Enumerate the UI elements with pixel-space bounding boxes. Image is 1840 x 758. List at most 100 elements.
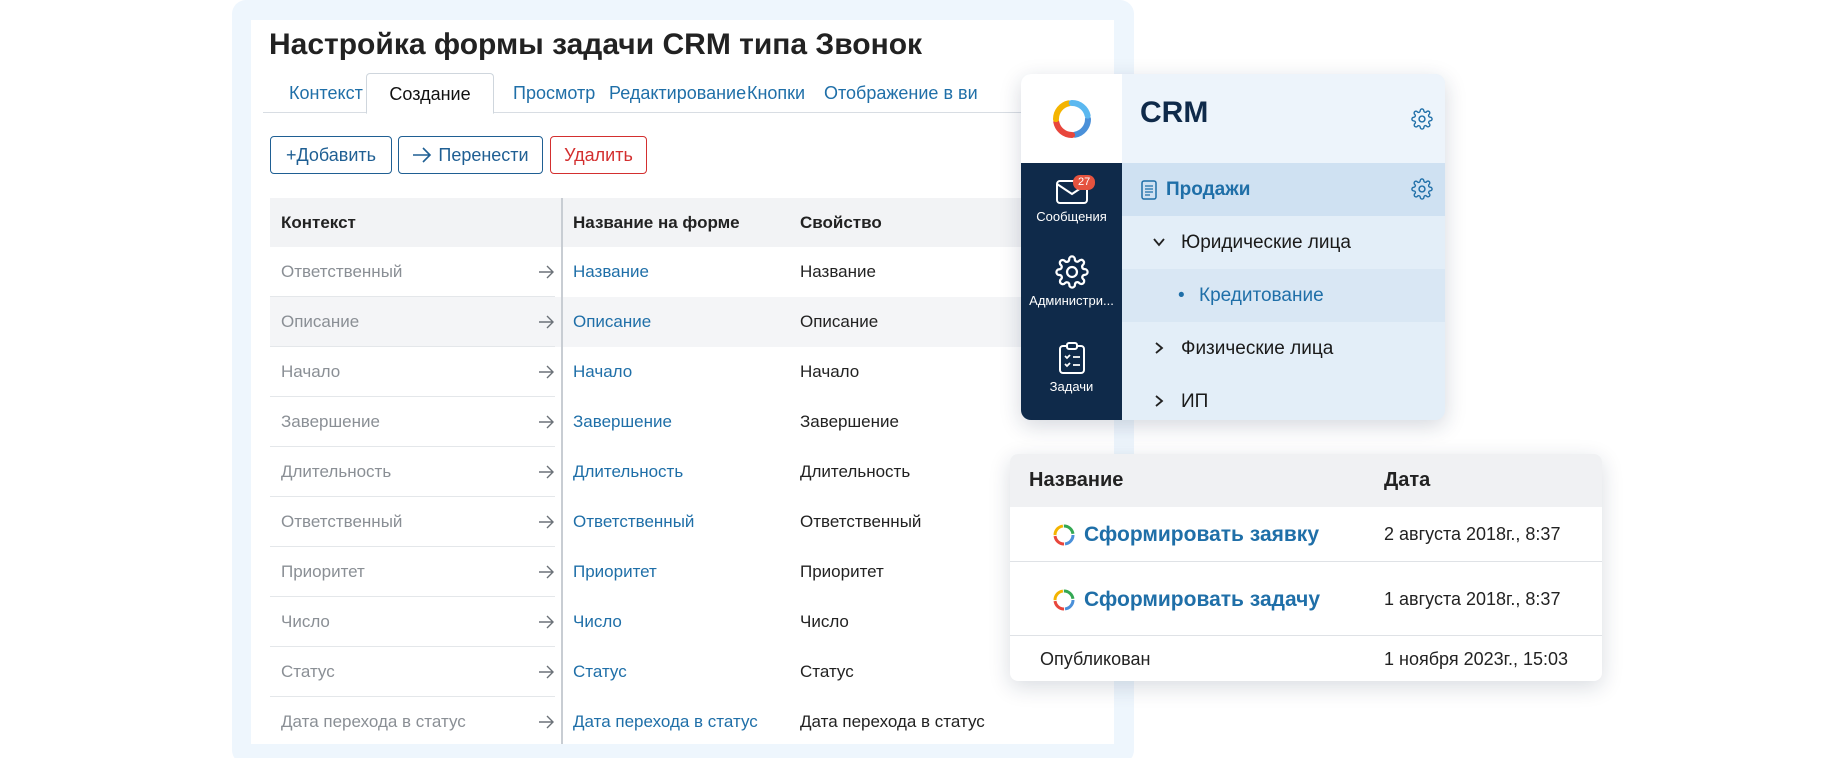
chevron-down-icon[interactable] — [1152, 235, 1166, 249]
messages-badge: 27 — [1073, 175, 1096, 190]
form-field-link[interactable]: Описание — [573, 297, 651, 347]
property-value: Завершение — [800, 412, 899, 431]
context-value: Длительность — [281, 462, 392, 481]
table-row[interactable]: Завершение Завершение Завершение — [270, 397, 1114, 447]
move-button[interactable]: Перенести — [398, 136, 543, 174]
table-row[interactable]: Начало Начало Начало — [270, 347, 1114, 397]
tree-item-sole-proprietors-label: ИП — [1181, 391, 1209, 412]
property-value: Начало — [800, 362, 860, 381]
records-header-name: Название — [1029, 469, 1124, 491]
crm-content: CRM Продажи Юридические лица • Кредитова… — [1122, 74, 1445, 420]
context-cell: Завершение — [270, 397, 555, 447]
screenshot-stage: Настройка формы задачи CRM типа Звонок К… — [0, 0, 1840, 758]
property-value: Дата перехода в статус — [800, 712, 985, 731]
nav-tasks[interactable]: Задачи — [1021, 341, 1122, 394]
table-row[interactable]: Ответственный Название Название — [270, 247, 1114, 297]
record-date: 1 ноября 2023г., 15:03 — [1384, 649, 1569, 669]
context-value: Приоритет — [281, 562, 365, 581]
form-settings-card: Настройка формы задачи CRM типа Звонок К… — [251, 20, 1114, 744]
context-cell: Описание — [270, 297, 555, 347]
delete-button[interactable]: Удалить — [550, 136, 647, 174]
arrow-right-icon[interactable] — [538, 364, 554, 380]
chevron-right-icon[interactable] — [1152, 394, 1166, 408]
crm-settings-gear-icon[interactable] — [1411, 108, 1433, 130]
tab-create[interactable]: Создание — [366, 73, 494, 114]
nav-messages[interactable]: 27 Сообщения — [1021, 175, 1122, 224]
tab-edit[interactable]: Редактирование — [609, 73, 746, 113]
arrow-right-icon[interactable] — [538, 614, 554, 630]
table-row[interactable]: Описание Описание Описание — [270, 297, 1114, 347]
arrow-right-icon[interactable] — [538, 514, 554, 530]
tree-item-lending[interactable]: • Кредитование — [1122, 269, 1445, 322]
table-row[interactable]: Опубликован 1 ноября 2023г., 15:03 — [1010, 637, 1602, 681]
chevron-right-icon[interactable] — [1152, 341, 1166, 355]
tree-item-sole-proprietors[interactable]: ИП — [1122, 375, 1445, 420]
tree-item-sales[interactable]: Продажи — [1122, 163, 1445, 216]
table-row[interactable]: Сформировать заявку 2 августа 2018г., 8:… — [1010, 507, 1602, 562]
context-cell: Длительность — [270, 447, 555, 497]
tab-context[interactable]: Контекст — [289, 73, 363, 113]
records-panel: Название Дата Сформировать заявку 2 авгу… — [1010, 454, 1602, 681]
property-value: Число — [800, 612, 849, 631]
context-cell: Число — [270, 597, 555, 647]
tree-item-individuals[interactable]: Физические лица — [1122, 322, 1445, 375]
context-value: Ответственный — [281, 512, 403, 531]
arrow-right-icon[interactable] — [538, 464, 554, 480]
gear-icon — [1054, 255, 1089, 289]
property-value: Описание — [800, 312, 879, 331]
table-row[interactable]: Приоритет Приоритет Приоритет — [270, 547, 1114, 597]
header-form-name: Название на форме — [573, 213, 740, 232]
table-row[interactable]: Длительность Длительность Длительность — [270, 447, 1114, 497]
column-divider — [561, 198, 563, 744]
header-property: Свойство — [800, 213, 882, 232]
tree-item-legal-entities[interactable]: Юридические лица — [1122, 216, 1445, 269]
record-link[interactable]: Сформировать заявку — [1084, 507, 1319, 562]
context-value: Ответственный — [281, 262, 403, 281]
clipboard-icon — [1058, 342, 1085, 374]
nav-tasks-label: Задачи — [1049, 379, 1094, 394]
records-table-header: Название Дата — [1010, 454, 1602, 507]
context-value: Завершение — [281, 412, 380, 431]
property-value: Приоритет — [800, 562, 884, 581]
app-logo — [1021, 74, 1122, 163]
context-value: Число — [281, 612, 330, 631]
delete-button-label: Удалить — [564, 144, 633, 165]
form-field-link[interactable]: Ответственный — [573, 497, 694, 547]
record-link[interactable]: Сформировать задачу — [1084, 563, 1320, 636]
tree-item-individuals-label: Физические лица — [1181, 338, 1334, 359]
nav-messages-label: Сообщения — [1036, 209, 1107, 224]
crm-panel: 27 Сообщения Администри... Задачи CRM Пр… — [1021, 74, 1445, 420]
form-field-link[interactable]: Завершение — [573, 397, 672, 447]
fields-table-header: Контекст Название на форме Свойство — [270, 198, 1114, 247]
form-field-link[interactable]: Дата перехода в статус — [573, 697, 758, 744]
tab-buttons[interactable]: Кнопки — [747, 73, 805, 113]
context-cell: Начало — [270, 347, 555, 397]
tab-bar: Контекст Создание Просмотр Редактировани… — [263, 73, 1114, 114]
table-row[interactable]: Сформировать задачу 1 августа 2018г., 8:… — [1010, 563, 1602, 636]
form-field-link[interactable]: Приоритет — [573, 547, 657, 597]
arrow-right-icon[interactable] — [538, 414, 554, 430]
nav-admin[interactable]: Администри... — [1021, 255, 1122, 308]
status-ring-icon — [1053, 589, 1075, 611]
table-row[interactable]: Дата перехода в статус Дата перехода в ст… — [270, 697, 1114, 744]
arrow-right-icon[interactable] — [538, 314, 554, 330]
tab-view[interactable]: Просмотр — [513, 73, 595, 113]
form-field-link[interactable]: Число — [573, 597, 622, 647]
table-row[interactable]: Статус Статус Статус — [270, 647, 1114, 697]
form-field-link[interactable]: Длительность — [573, 447, 683, 497]
table-row[interactable]: Ответственный Ответственный Ответственный — [270, 497, 1114, 547]
arrow-right-icon[interactable] — [538, 714, 554, 730]
arrow-right-icon[interactable] — [538, 264, 554, 280]
arrow-right-icon[interactable] — [538, 564, 554, 580]
form-field-link[interactable]: Название — [573, 247, 649, 297]
sales-settings-gear-icon[interactable] — [1411, 178, 1433, 200]
form-field-link[interactable]: Статус — [573, 647, 627, 697]
tab-display[interactable]: Отображение в ви — [824, 73, 978, 113]
arrow-right-icon[interactable] — [538, 664, 554, 680]
context-cell: Приоритет — [270, 547, 555, 597]
add-button[interactable]: +Добавить — [270, 136, 392, 174]
context-cell: Статус — [270, 647, 555, 697]
add-button-label: +Добавить — [285, 144, 377, 165]
table-row[interactable]: Число Число Число — [270, 597, 1114, 647]
form-field-link[interactable]: Начало — [573, 347, 632, 397]
